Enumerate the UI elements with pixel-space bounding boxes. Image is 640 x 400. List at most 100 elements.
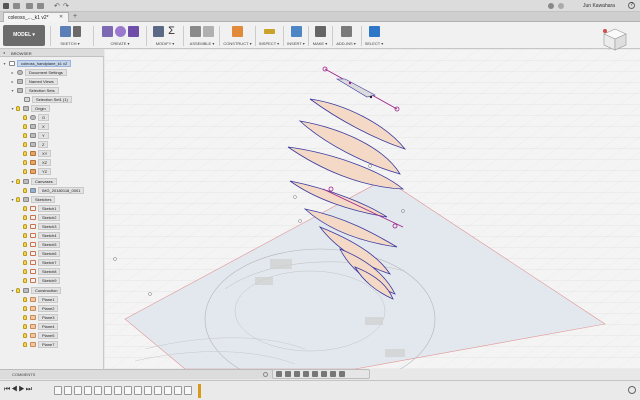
redo-icon[interactable]: ↷	[63, 2, 69, 10]
sketch-menu-label[interactable]: SKETCH ▾	[60, 41, 79, 46]
offset-plane-icon[interactable]	[232, 25, 243, 37]
visibility-bulb-icon[interactable]	[23, 132, 27, 138]
create-menu-label[interactable]: CREATE ▾	[110, 41, 129, 46]
spline-control-point[interactable]	[348, 81, 352, 85]
construct-group[interactable]: CONSTRUCT ▾	[221, 24, 254, 48]
save-icon[interactable]	[37, 3, 44, 9]
visibility-bulb-icon[interactable]	[23, 159, 27, 165]
expand-icon[interactable]: ▾	[10, 88, 15, 93]
visibility-bulb-icon[interactable]	[16, 196, 20, 202]
browser-item-sketch[interactable]: Sketch9	[22, 276, 61, 284]
make-menu-label[interactable]: MAKE ▾	[313, 41, 327, 46]
timeline-item[interactable]	[54, 386, 62, 395]
visibility-bulb-icon[interactable]	[23, 323, 27, 329]
visibility-bulb-icon[interactable]	[23, 341, 27, 347]
timeline-item[interactable]	[74, 386, 82, 395]
viewcube-widget[interactable]	[600, 26, 630, 52]
visibility-bulb-icon[interactable]	[16, 178, 20, 184]
browser-item-sketch[interactable]: Sketch4	[22, 231, 61, 239]
spline-control-point[interactable]	[369, 95, 373, 99]
visibility-bulb-icon[interactable]	[23, 223, 27, 229]
browser-item-selection-sets[interactable]: ▾ Selection Sets	[10, 86, 59, 94]
insert-image-icon[interactable]	[290, 25, 302, 37]
browser-item-xy-plane[interactable]: XY	[22, 149, 52, 157]
box-icon[interactable]	[127, 25, 139, 37]
create-group[interactable]: CREATE ▾	[100, 24, 140, 48]
close-tab-icon[interactable]: ✕	[59, 14, 63, 20]
browser-item-sketch[interactable]: Sketch2	[22, 213, 61, 221]
visibility-bulb-icon[interactable]	[23, 314, 27, 320]
browser-item-sketch[interactable]: Sketch7	[22, 258, 61, 266]
visibility-bulb-icon[interactable]	[23, 141, 27, 147]
browser-item-plane[interactable]: Plane2	[22, 304, 59, 312]
visibility-bulb-icon[interactable]	[23, 241, 27, 247]
inspect-menu-label[interactable]: INSPECT ▾	[259, 41, 279, 46]
file-menu-icon[interactable]	[26, 3, 33, 9]
browser-item-document-settings[interactable]: ▸ Document Settings	[10, 68, 67, 76]
browser-item-named-views[interactable]: ▸ Named Views	[10, 77, 58, 85]
visibility-bulb-icon[interactable]	[23, 150, 27, 156]
construct-menu-label[interactable]: CONSTRUCT ▾	[223, 41, 251, 46]
timeline-item[interactable]	[124, 386, 132, 395]
extrude-icon[interactable]	[101, 25, 113, 37]
help-icon[interactable]: ?	[628, 2, 635, 9]
add-ins-menu-label[interactable]: ADD-INS ▾	[336, 41, 356, 46]
fit-icon[interactable]	[312, 371, 318, 377]
select-icon[interactable]	[368, 25, 380, 37]
comments-panel[interactable]: COMMENTS	[0, 369, 273, 379]
browser-item-yz-plane[interactable]: YZ	[22, 167, 52, 175]
press-pull-icon[interactable]	[153, 25, 164, 37]
timeline-item[interactable]	[164, 386, 172, 395]
visibility-bulb-icon[interactable]	[23, 305, 27, 311]
3d-print-icon[interactable]	[314, 25, 326, 37]
insert-menu-label[interactable]: INSERT ▾	[287, 41, 305, 46]
data-panel-icon[interactable]	[13, 3, 20, 9]
orbit-icon[interactable]	[276, 371, 282, 377]
expand-icon[interactable]: ▾	[2, 61, 7, 66]
insert-group[interactable]: INSERT ▾	[286, 24, 306, 48]
browser-item-selection-set1[interactable]: Selection Set1 (1)	[22, 95, 72, 103]
joint-icon[interactable]	[203, 25, 214, 37]
visibility-bulb-icon[interactable]	[23, 232, 27, 238]
add-comment-icon[interactable]	[263, 372, 268, 377]
collapse-panel-icon[interactable]: ◂	[3, 50, 5, 55]
browser-item-xz-plane[interactable]: XZ	[22, 158, 52, 166]
select-menu-label[interactable]: SELECT ▾	[365, 41, 384, 46]
visibility-bulb-icon[interactable]	[23, 214, 27, 220]
expand-icon[interactable]: ▾	[10, 197, 15, 202]
timeline-item[interactable]	[104, 386, 112, 395]
visibility-bulb-icon[interactable]	[23, 123, 27, 129]
browser-item-origin[interactable]: ▾ Origin	[10, 104, 50, 112]
visibility-bulb-icon[interactable]	[23, 205, 27, 211]
timeline-item[interactable]	[114, 386, 122, 395]
browser-item-plane[interactable]: Plane1	[22, 295, 59, 303]
undo-icon[interactable]: ↶	[54, 2, 60, 10]
browser-item-x-axis[interactable]: X	[22, 122, 49, 130]
sketch-group[interactable]: SKETCH ▾	[55, 24, 85, 48]
browser-item-z-axis[interactable]: Z	[22, 140, 49, 148]
browser-item-y-axis[interactable]: Y	[22, 131, 49, 139]
root-label[interactable]: coleoss_handplane_k1 v2	[17, 59, 72, 67]
expand-icon[interactable]: ▾	[10, 179, 15, 184]
look-at-icon[interactable]	[285, 371, 291, 377]
browser-item-sketch[interactable]: Sketch5	[22, 240, 61, 248]
timeline-item[interactable]	[174, 386, 182, 395]
expand-icon[interactable]: ▾	[10, 288, 15, 293]
make-group[interactable]: MAKE ▾	[311, 24, 329, 48]
expand-icon[interactable]: ▾	[10, 106, 15, 111]
browser-item-sketch[interactable]: Sketch1	[22, 204, 61, 212]
expand-icon[interactable]: ▸	[10, 70, 15, 75]
timeline-item[interactable]	[64, 386, 72, 395]
parameters-icon[interactable]: Σ	[166, 25, 177, 37]
scripts-icon[interactable]	[340, 25, 352, 37]
notifications-icon[interactable]	[558, 3, 564, 9]
new-component-icon[interactable]	[190, 25, 201, 37]
viewports-icon[interactable]	[339, 371, 345, 377]
visibility-bulb-icon[interactable]	[23, 187, 27, 193]
timeline-item[interactable]	[144, 386, 152, 395]
3d-viewport[interactable]	[105, 49, 640, 369]
browser-item-origin-point[interactable]: O	[22, 113, 50, 121]
browser-item-plane[interactable]: Plane4	[22, 322, 59, 330]
display-settings-icon[interactable]	[321, 371, 327, 377]
modify-group[interactable]: Σ MODIFY ▾	[150, 24, 180, 48]
